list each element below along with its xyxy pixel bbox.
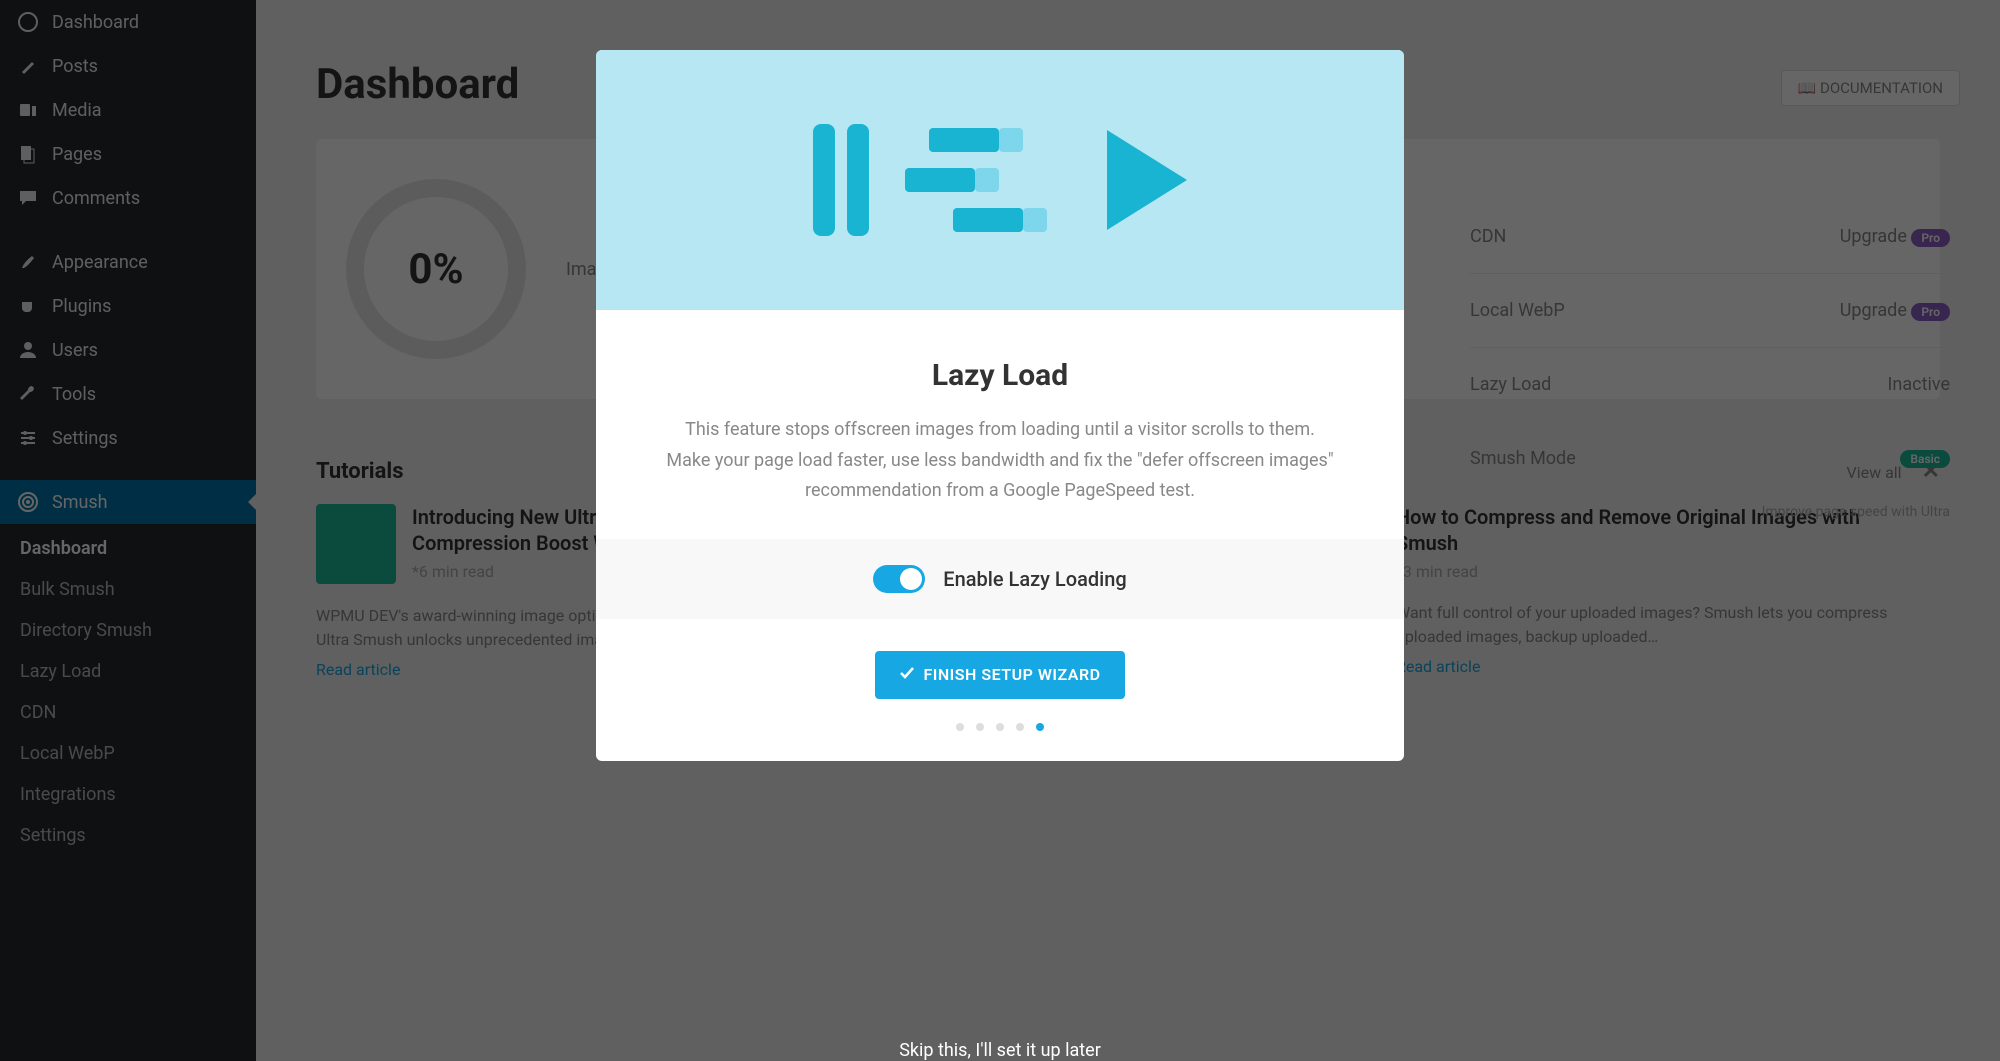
step-dot[interactable] [976, 723, 984, 731]
step-dots [596, 723, 1404, 731]
pause-icon [813, 124, 869, 236]
step-dot[interactable] [1016, 723, 1024, 731]
step-dot-active[interactable] [1036, 723, 1044, 731]
step-dot[interactable] [996, 723, 1004, 731]
check-icon [899, 665, 915, 685]
modal-title: Lazy Load [666, 358, 1334, 393]
skip-link[interactable]: Skip this, I'll set it up later [899, 1040, 1101, 1061]
lazy-load-toggle[interactable] [873, 565, 925, 593]
finish-setup-button[interactable]: FINISH SETUP WIZARD [875, 651, 1124, 699]
toggle-row: Enable Lazy Loading [596, 539, 1404, 619]
play-icon [1107, 130, 1187, 230]
step-dot[interactable] [956, 723, 964, 731]
bars-icon [929, 128, 1047, 232]
modal-hero [596, 50, 1404, 310]
toggle-label: Enable Lazy Loading [943, 567, 1126, 591]
modal-description: This feature stops offscreen images from… [666, 415, 1334, 507]
setup-wizard-modal: Lazy Load This feature stops offscreen i… [596, 50, 1404, 761]
prev-button[interactable] [720, 511, 760, 551]
